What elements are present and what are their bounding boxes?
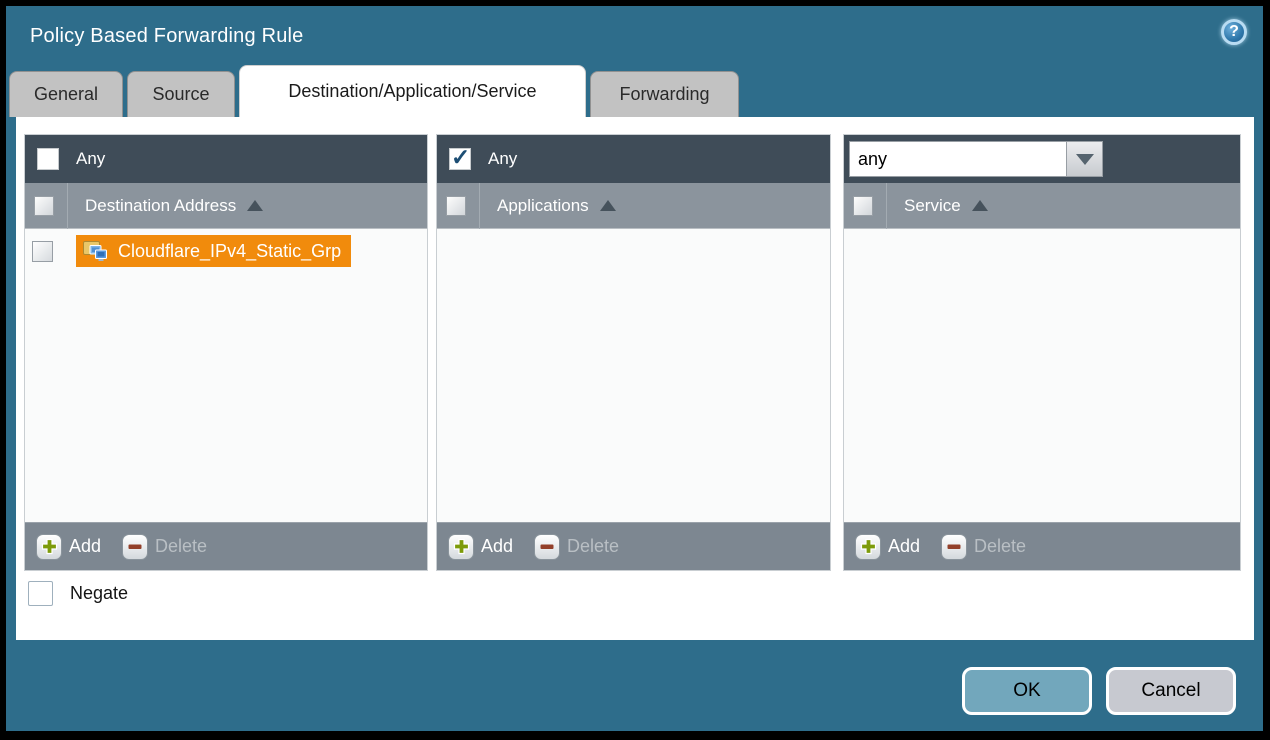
applications-toolbar: Add Delete [437, 522, 830, 570]
dropdown-button[interactable] [1067, 141, 1103, 177]
sort-ascending-icon[interactable] [600, 200, 616, 211]
negate-label: Negate [70, 583, 128, 604]
sort-ascending-icon[interactable] [247, 200, 263, 211]
destination-address-header: Destination Address [25, 183, 427, 229]
applications-header: Applications [437, 183, 830, 229]
delete-icon [941, 534, 967, 560]
destination-any-checkbox[interactable] [37, 148, 59, 170]
applications-any-checkbox[interactable]: ✓ [449, 148, 471, 170]
tab-general[interactable]: General [9, 71, 123, 117]
service-list [844, 229, 1240, 522]
destination-any-label: Any [76, 149, 105, 169]
destination-address-header-label[interactable]: Destination Address [85, 196, 236, 216]
service-header-label[interactable]: Service [904, 196, 961, 216]
header-divider [886, 183, 887, 229]
cancel-button[interactable]: Cancel [1106, 667, 1236, 715]
delete-icon [534, 534, 560, 560]
dialog-buttons: OK Cancel [962, 667, 1236, 715]
add-destination-button[interactable]: Add [36, 534, 101, 560]
negate-checkbox[interactable] [28, 581, 53, 606]
sort-ascending-icon[interactable] [972, 200, 988, 211]
delete-application-button[interactable]: Delete [534, 534, 619, 560]
service-header: Service [844, 183, 1240, 229]
delete-service-button[interactable]: Delete [941, 534, 1026, 560]
add-label: Add [481, 536, 513, 557]
applications-column: ✓ Any Applications Add [436, 134, 831, 571]
add-icon [855, 534, 881, 560]
service-select-all-checkbox[interactable] [853, 196, 873, 216]
help-icon[interactable]: ? [1221, 19, 1247, 45]
delete-icon [122, 534, 148, 560]
add-icon [448, 534, 474, 560]
tab-forwarding[interactable]: Forwarding [590, 71, 739, 117]
destination-address-column: Any Destination Address [24, 134, 428, 571]
applications-header-label[interactable]: Applications [497, 196, 589, 216]
destination-toolbar: Add Delete [25, 522, 427, 570]
service-dropdown-bar: any [844, 135, 1240, 183]
checkmark-icon: ✓ [451, 145, 470, 169]
dialog-title: Policy Based Forwarding Rule [30, 25, 304, 48]
content-panel: Any Destination Address [16, 117, 1254, 640]
tab-destination-application-service[interactable]: Destination/Application/Service [239, 65, 586, 117]
selected-address-object[interactable]: Cloudflare_IPv4_Static_Grp [76, 235, 351, 267]
service-toolbar: Add Delete [844, 522, 1240, 570]
delete-label: Delete [155, 536, 207, 557]
destination-select-all-checkbox[interactable] [34, 196, 54, 216]
row-checkbox[interactable] [32, 241, 53, 262]
tab-bar: General Source Destination/Application/S… [9, 65, 739, 117]
add-application-button[interactable]: Add [448, 534, 513, 560]
header-divider [479, 183, 480, 229]
applications-any-label: Any [488, 149, 517, 169]
negate-option: Negate [28, 581, 128, 606]
delete-label: Delete [567, 536, 619, 557]
delete-label: Delete [974, 536, 1026, 557]
add-label: Add [888, 536, 920, 557]
destination-any-bar: Any [25, 135, 427, 183]
add-service-button[interactable]: Add [855, 534, 920, 560]
help-glyph: ? [1229, 23, 1239, 41]
tab-source[interactable]: Source [127, 71, 235, 117]
policy-based-forwarding-dialog: Policy Based Forwarding Rule ? General S… [6, 6, 1263, 731]
ok-button[interactable]: OK [962, 667, 1092, 715]
add-icon [36, 534, 62, 560]
service-type-value[interactable]: any [849, 141, 1067, 177]
table-row[interactable]: Cloudflare_IPv4_Static_Grp [25, 229, 427, 267]
applications-any-bar: ✓ Any [437, 135, 830, 183]
service-column: any Service Add [843, 134, 1241, 571]
add-label: Add [69, 536, 101, 557]
delete-destination-button[interactable]: Delete [122, 534, 207, 560]
service-type-dropdown[interactable]: any [849, 141, 1103, 177]
chevron-down-icon [1076, 154, 1094, 165]
applications-list [437, 229, 830, 522]
header-divider [67, 183, 68, 229]
destination-address-list: Cloudflare_IPv4_Static_Grp [25, 229, 427, 522]
address-group-icon [83, 240, 110, 263]
address-object-name: Cloudflare_IPv4_Static_Grp [118, 241, 341, 262]
applications-select-all-checkbox[interactable] [446, 196, 466, 216]
